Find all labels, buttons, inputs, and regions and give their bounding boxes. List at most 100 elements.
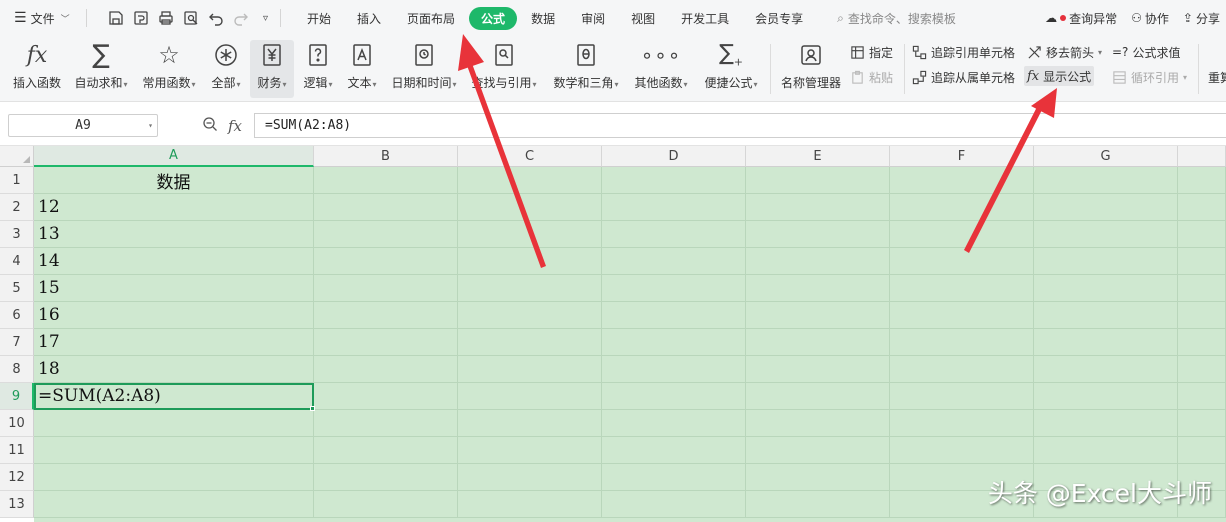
cell-d7[interactable] xyxy=(602,329,746,356)
cell-e9[interactable] xyxy=(746,383,890,410)
cell-d12[interactable] xyxy=(602,464,746,491)
cell-c2[interactable] xyxy=(458,194,602,221)
cell-g1[interactable] xyxy=(1034,167,1178,194)
row-header-12[interactable]: 12 xyxy=(0,464,34,491)
redo-icon[interactable] xyxy=(232,10,249,27)
cell-f6[interactable] xyxy=(890,302,1034,329)
column-header-d[interactable]: D xyxy=(602,146,746,167)
cell-f8[interactable] xyxy=(890,356,1034,383)
cell-e2[interactable] xyxy=(746,194,890,221)
cell-g5[interactable] xyxy=(1034,275,1178,302)
paste-name-button[interactable]: 粘贴 xyxy=(850,67,893,87)
cell-c7[interactable] xyxy=(458,329,602,356)
cell-f5[interactable] xyxy=(890,275,1034,302)
tab-view[interactable]: 视图 xyxy=(619,7,667,30)
cell-d8[interactable] xyxy=(602,356,746,383)
cell-c3[interactable] xyxy=(458,221,602,248)
cell-b12[interactable] xyxy=(314,464,458,491)
cell-b8[interactable] xyxy=(314,356,458,383)
cell-c8[interactable] xyxy=(458,356,602,383)
cell-b5[interactable] xyxy=(314,275,458,302)
cell-c11[interactable] xyxy=(458,437,602,464)
cell-a11[interactable] xyxy=(34,437,314,464)
collab-button[interactable]: ⚇ 协作 xyxy=(1131,10,1169,27)
cell-e1[interactable] xyxy=(746,167,890,194)
cell-e12[interactable] xyxy=(746,464,890,491)
row-header-3[interactable]: 3 xyxy=(0,221,34,248)
cell-c1[interactable] xyxy=(458,167,602,194)
cell-a13[interactable] xyxy=(34,491,314,518)
cell-b10[interactable] xyxy=(314,410,458,437)
cell-a12[interactable] xyxy=(34,464,314,491)
evaluate-formula-button[interactable]: =? 公式求值 xyxy=(1112,42,1180,62)
tab-data[interactable]: 数据 xyxy=(519,7,567,30)
row-header-2[interactable]: 2 xyxy=(0,194,34,221)
cell-d4[interactable] xyxy=(602,248,746,275)
column-header-f[interactable]: F xyxy=(890,146,1034,167)
cell-b11[interactable] xyxy=(314,437,458,464)
cell-partial[interactable] xyxy=(1178,356,1226,383)
export-pdf-icon[interactable] xyxy=(132,10,149,27)
cell-b2[interactable] xyxy=(314,194,458,221)
cell-f7[interactable] xyxy=(890,329,1034,356)
cell-g2[interactable] xyxy=(1034,194,1178,221)
cell-g4[interactable] xyxy=(1034,248,1178,275)
cell-a5[interactable]: 15 xyxy=(34,275,314,302)
column-header-a[interactable]: A xyxy=(34,146,314,167)
cell-e10[interactable] xyxy=(746,410,890,437)
print-icon[interactable] xyxy=(157,10,174,27)
cell-partial[interactable] xyxy=(1178,194,1226,221)
cell-a8[interactable]: 18 xyxy=(34,356,314,383)
cell-d6[interactable] xyxy=(602,302,746,329)
cell-e5[interactable] xyxy=(746,275,890,302)
logic-button[interactable]: 逻辑▾ xyxy=(298,40,338,98)
share-button[interactable]: ⇪ 分享 xyxy=(1183,10,1220,27)
cell-partial[interactable] xyxy=(1178,437,1226,464)
row-header-7[interactable]: 7 xyxy=(0,329,34,356)
cell-g11[interactable] xyxy=(1034,437,1178,464)
lookup-reference-button[interactable]: 查找与引用▾ xyxy=(468,40,540,98)
file-menu[interactable]: ☰ 文件 ﹀ xyxy=(0,10,80,27)
tab-insert[interactable]: 插入 xyxy=(345,7,393,30)
other-functions-button[interactable]: ∘∘∘ 其他函数▾ xyxy=(630,40,692,98)
zoom-icon[interactable] xyxy=(202,116,218,136)
row-header-10[interactable]: 10 xyxy=(0,410,34,437)
cell-a6[interactable]: 16 xyxy=(34,302,314,329)
column-header-b[interactable]: B xyxy=(314,146,458,167)
cell-a1[interactable]: 数据 xyxy=(34,167,314,194)
cell-partial[interactable] xyxy=(1178,221,1226,248)
cell-g3[interactable] xyxy=(1034,221,1178,248)
trace-precedents-button[interactable]: 追踪引用单元格 xyxy=(912,42,1015,62)
remove-arrows-button[interactable]: 移去箭头 ▾ xyxy=(1027,42,1102,62)
cell-b7[interactable] xyxy=(314,329,458,356)
math-trig-button[interactable]: 数学和三角▾ xyxy=(550,40,622,98)
cell-g9[interactable] xyxy=(1034,383,1178,410)
cell-a10[interactable] xyxy=(34,410,314,437)
print-preview-icon[interactable] xyxy=(182,10,199,27)
row-header-5[interactable]: 5 xyxy=(0,275,34,302)
cell-c6[interactable] xyxy=(458,302,602,329)
cell-partial[interactable] xyxy=(1178,248,1226,275)
date-time-button[interactable]: 日期和时间▾ xyxy=(388,40,460,98)
cell-e4[interactable] xyxy=(746,248,890,275)
column-header-partial[interactable] xyxy=(1178,146,1226,167)
row-header-9[interactable]: 9 xyxy=(0,383,34,410)
cell-e3[interactable] xyxy=(746,221,890,248)
cell-a2[interactable]: 12 xyxy=(34,194,314,221)
cell-f3[interactable] xyxy=(890,221,1034,248)
cell-partial[interactable] xyxy=(1178,167,1226,194)
row-header-13[interactable]: 13 xyxy=(0,491,34,518)
cell-c10[interactable] xyxy=(458,410,602,437)
cell-d10[interactable] xyxy=(602,410,746,437)
cell-f2[interactable] xyxy=(890,194,1034,221)
row-header-8[interactable]: 8 xyxy=(0,356,34,383)
customize-toolbar-icon[interactable]: ▿ xyxy=(257,10,274,27)
cell-a3[interactable]: 13 xyxy=(34,221,314,248)
cell-a4[interactable]: 14 xyxy=(34,248,314,275)
tab-page-layout[interactable]: 页面布局 xyxy=(395,7,467,30)
cell-g6[interactable] xyxy=(1034,302,1178,329)
cell-b3[interactable] xyxy=(314,221,458,248)
cell-d9[interactable] xyxy=(602,383,746,410)
tab-formulas[interactable]: 公式 xyxy=(469,6,518,30)
cell-c5[interactable] xyxy=(458,275,602,302)
